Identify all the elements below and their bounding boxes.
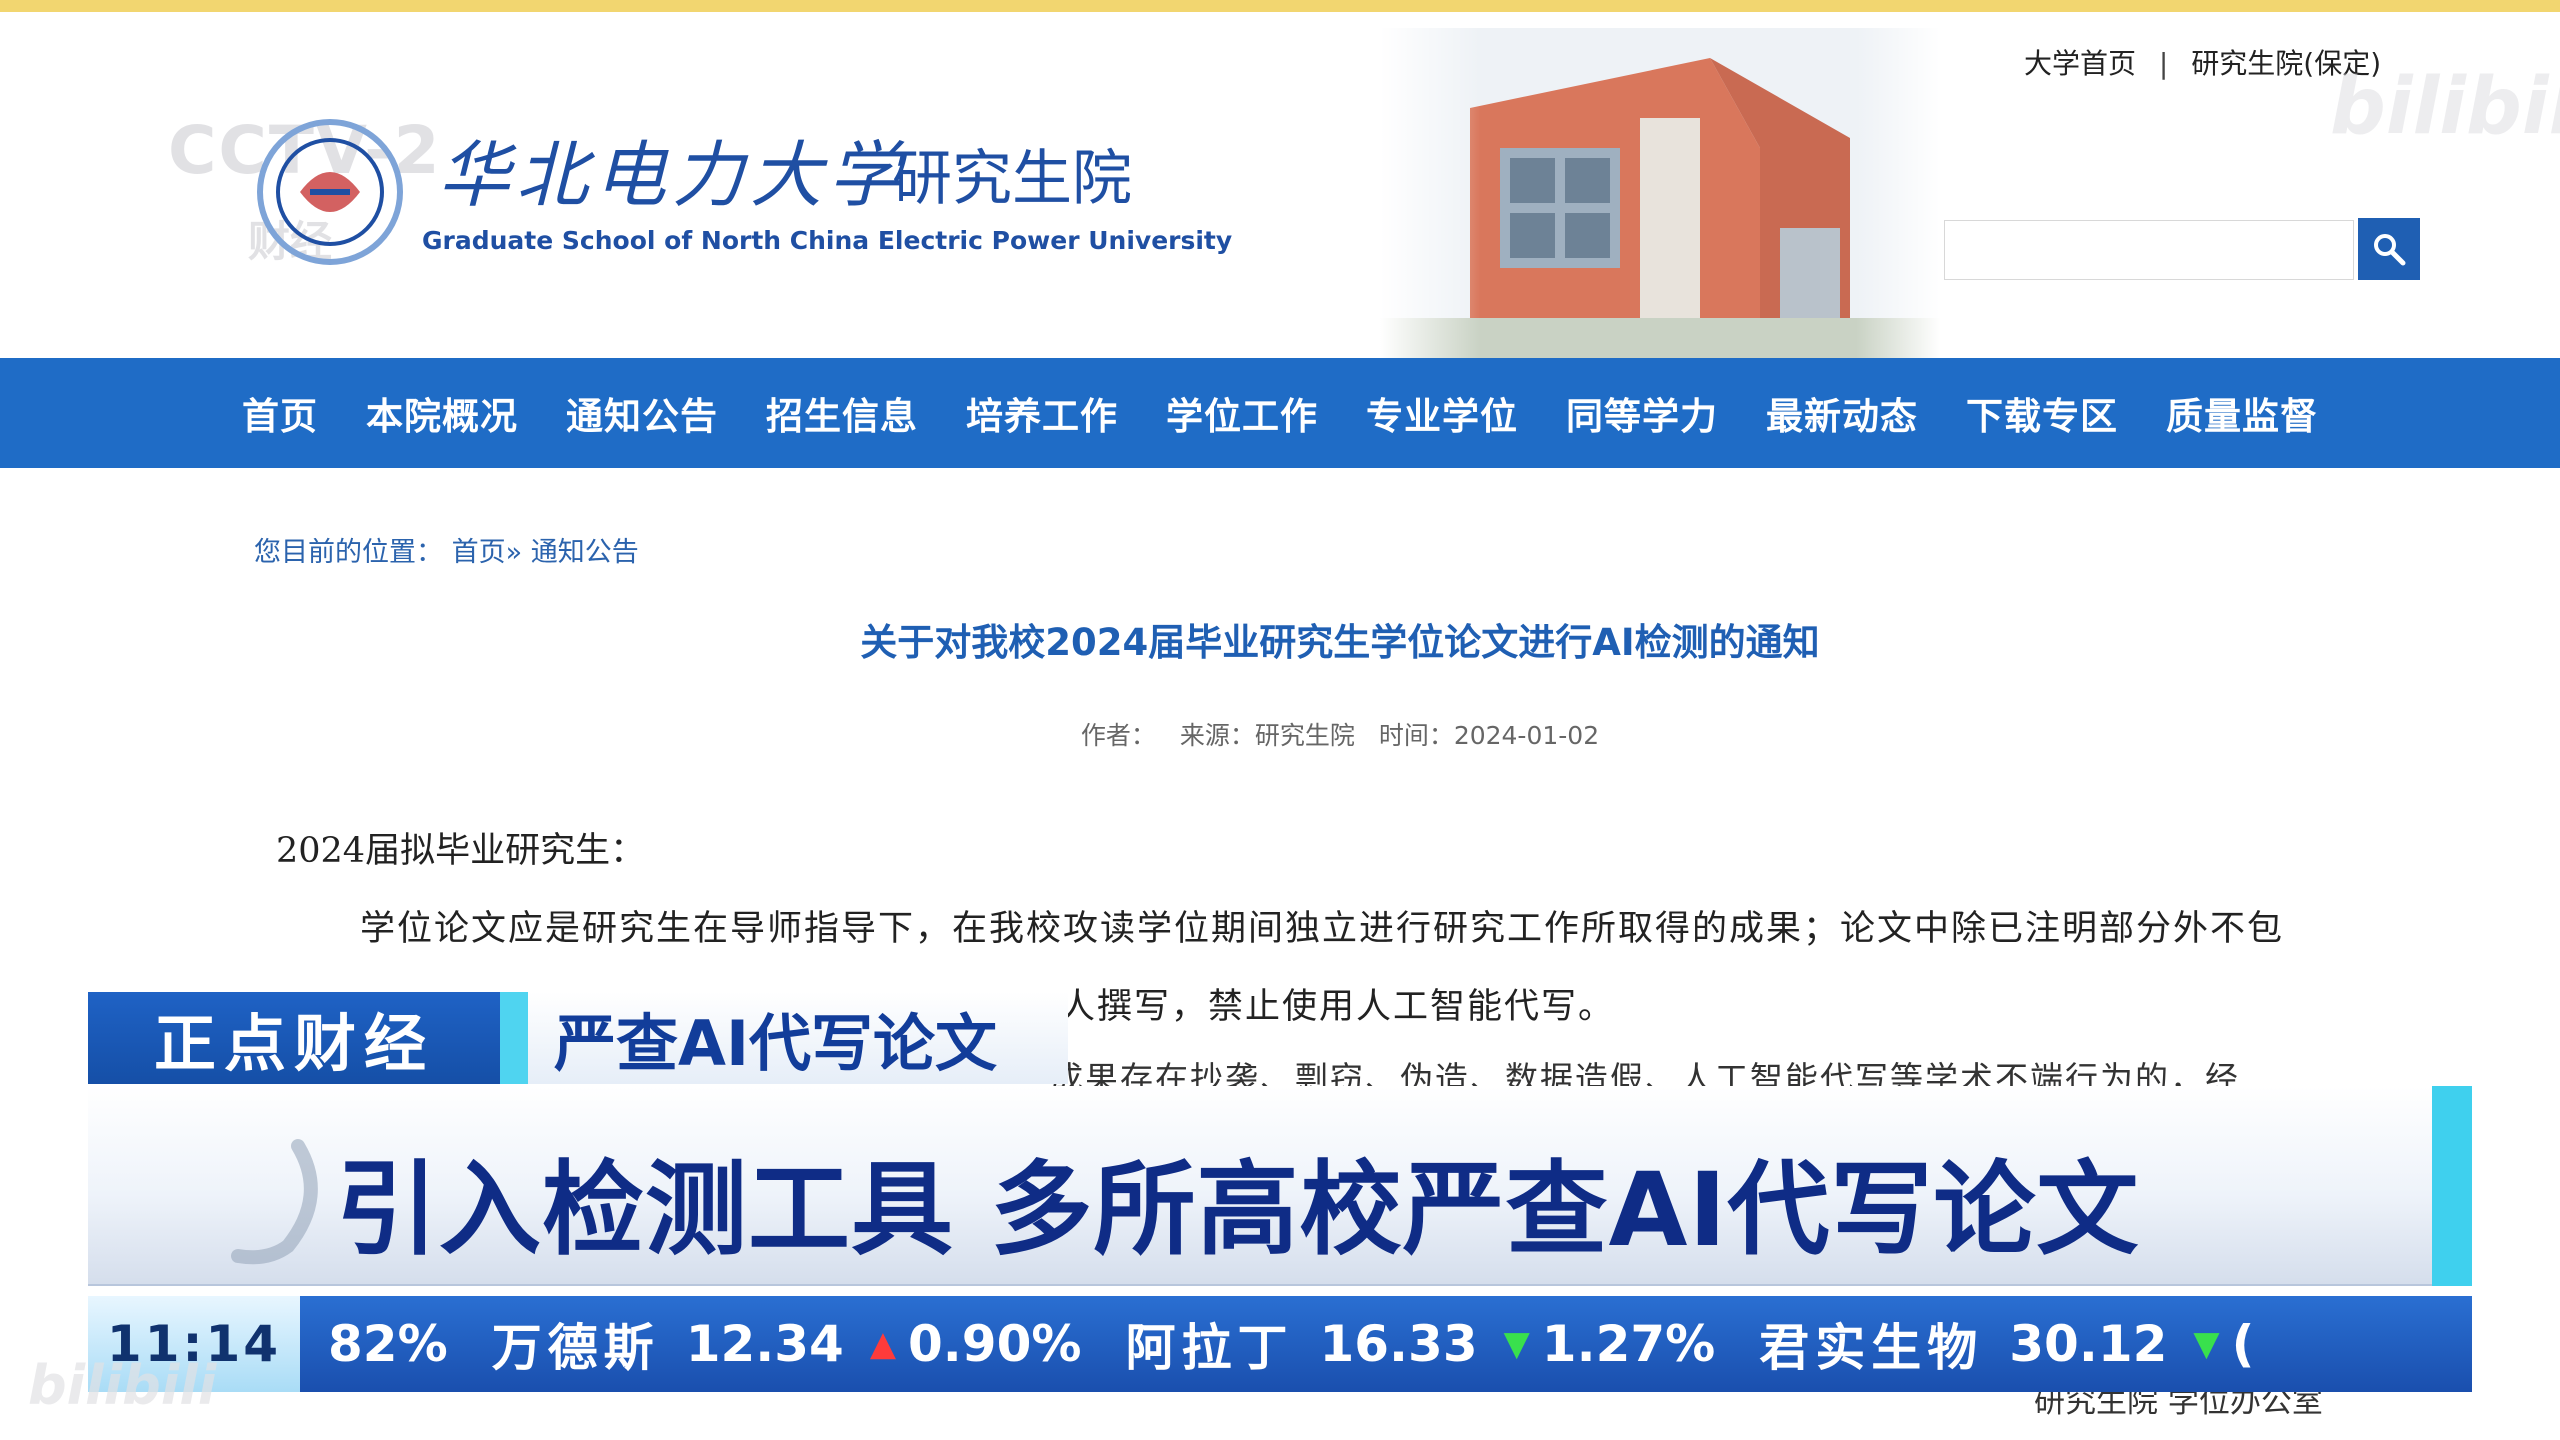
ticker-stock-price: 30.12: [2009, 1315, 2168, 1373]
search-icon: [2374, 234, 2406, 266]
top-links: 大学首页 | 研究生院(保定): [2024, 42, 2381, 82]
nav-home[interactable]: 首页: [242, 386, 318, 440]
ticker-stock-price: 12.34: [685, 1315, 844, 1373]
down-arrow-icon: ▼: [1503, 1324, 1530, 1364]
nav-quality-monitoring[interactable]: 质量监督: [2166, 386, 2318, 440]
meta-time: 时间：2024-01-02: [1378, 721, 1600, 750]
university-name-en: Graduate School of North China Electric …: [422, 226, 1233, 255]
program-name: 正点财经: [153, 1007, 434, 1080]
university-logo-icon: [257, 119, 403, 265]
top-accent-line: [0, 0, 2560, 12]
nav-notices[interactable]: 通知公告: [566, 386, 718, 440]
ticker-stock-change: 1.27%: [1541, 1315, 1716, 1373]
topic-bar: 严查AI代写论文: [528, 992, 1068, 1084]
program-name-bar: 正点财经: [88, 992, 500, 1084]
university-name-cn: 华北电力大学: [438, 133, 907, 217]
nav-downloads[interactable]: 下载专区: [1966, 386, 2118, 440]
university-home-link[interactable]: 大学首页: [2024, 42, 2136, 82]
video-frame: CCTV-2 财经 华北电力大学 研究生院 Graduate School of…: [0, 0, 2560, 1440]
ticker-stock-change: 0.90%: [908, 1315, 1082, 1373]
ticker-stock-name: 君实生物: [1759, 1319, 1984, 1377]
breadcrumb-home-link[interactable]: 首页»: [452, 537, 523, 568]
ticker-stock-name: 万德斯: [491, 1319, 660, 1377]
ticker-track: 82% 万德斯 12.34 ▲ 0.90% 阿拉丁 16.33 ▼ 1.27% …: [300, 1296, 2298, 1392]
ticker-stock-price: 16.33: [1319, 1315, 1478, 1373]
bilibili-watermark-bottom: bilibili: [28, 1354, 217, 1417]
ticker-change-partial: 82%: [328, 1315, 448, 1373]
article-meta: 作者： 来源：研究生院 时间：2024-01-02: [0, 716, 2560, 752]
article-title: 关于对我校2024届毕业研究生学位论文进行AI检测的通知: [860, 621, 1820, 664]
campus-building-image: [1380, 28, 1940, 358]
nav-training[interactable]: 培养工作: [966, 386, 1118, 440]
topic-label: 严查AI代写论文: [554, 1007, 998, 1080]
stock-ticker: 11:14 82% 万德斯 12.34 ▲ 0.90% 阿拉丁 16.33 ▼ …: [88, 1296, 2472, 1392]
headline-bar: 引入检测工具 多所高校严查AI代写论文: [88, 1086, 2472, 1286]
nav-professional-degree[interactable]: 专业学位: [1366, 386, 1518, 440]
nav-equivalent-degree[interactable]: 同等学力: [1566, 386, 1718, 440]
swoosh-decoration-icon: [231, 1139, 318, 1265]
headline-accent: [2432, 1086, 2472, 1286]
site-header: CCTV-2 财经 华北电力大学 研究生院 Graduate School of…: [0, 12, 2560, 358]
program-bar-accent: [500, 992, 528, 1084]
headline-text: 引入检测工具 多所高校严查AI代写论文: [336, 1151, 2140, 1270]
search-input[interactable]: [1944, 220, 2354, 280]
nav-overview[interactable]: 本院概况: [366, 386, 518, 440]
nav-admissions[interactable]: 招生信息: [766, 386, 918, 440]
ticker-stock-name: 阿拉丁: [1125, 1319, 1294, 1377]
nav-latest-news[interactable]: 最新动态: [1766, 386, 1918, 440]
main-nav: 首页 本院概况 通知公告 招生信息 培养工作 学位工作 专业学位 同等学力 最新…: [0, 358, 2560, 468]
link-separator: |: [2158, 47, 2169, 80]
up-arrow-icon: ▲: [869, 1324, 896, 1364]
bilibili-watermark: bilibili: [2330, 62, 2560, 152]
breadcrumb: 您目前的位置： 首页» 通知公告: [254, 530, 639, 569]
breadcrumb-current-link[interactable]: 通知公告: [531, 537, 639, 568]
nav-degree-work[interactable]: 学位工作: [1166, 386, 1318, 440]
article-paragraph-1: 学位论文应是研究生在导师指导下，在我校攻读学位期间独立进行研究工作所取得的成果；…: [360, 909, 2285, 949]
breadcrumb-prefix: 您目前的位置：: [254, 537, 443, 568]
article-greeting: 2024届拟毕业研究生：: [276, 831, 646, 871]
meta-author: 作者：: [1080, 721, 1156, 750]
article-paragraph-2: 人撰写，禁止使用人工智能代写。: [1060, 987, 1616, 1027]
graduate-school-name: 研究生院: [892, 144, 1132, 214]
down-arrow-icon: ▼: [2193, 1324, 2220, 1364]
meta-source: 来源：研究生院: [1179, 721, 1355, 750]
search-button[interactable]: [2358, 218, 2420, 280]
ticker-stock-change: (: [2231, 1315, 2255, 1373]
